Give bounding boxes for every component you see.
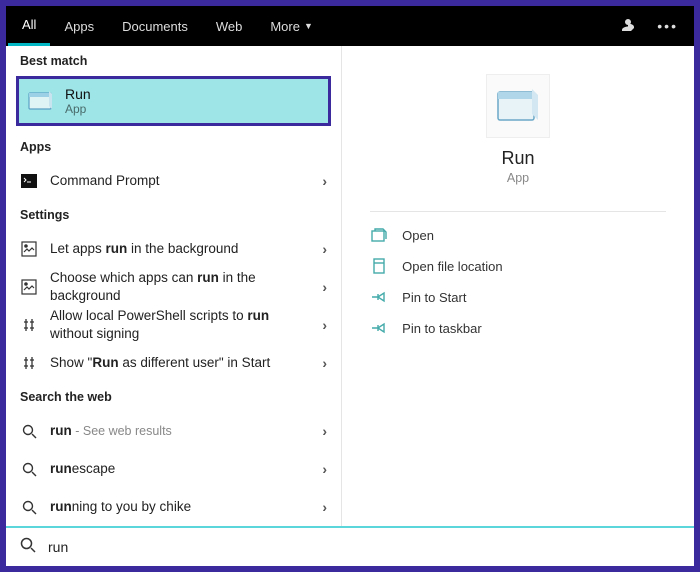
tab-all[interactable]: All bbox=[8, 6, 50, 46]
search-input[interactable] bbox=[48, 539, 680, 555]
start-search-window: All Apps Documents Web More▼ ••• Best ma… bbox=[6, 6, 694, 566]
search-icon bbox=[20, 498, 38, 516]
tab-web[interactable]: Web bbox=[202, 6, 257, 46]
folder-icon bbox=[370, 257, 388, 275]
settings-item-icon bbox=[20, 240, 38, 258]
section-settings: Settings bbox=[6, 200, 341, 230]
developer-settings-icon bbox=[20, 316, 38, 334]
preview-pane: Run App Open Open file location bbox=[342, 46, 694, 526]
web-result-run[interactable]: run - See web results › bbox=[6, 412, 341, 450]
chevron-down-icon: ▼ bbox=[304, 21, 313, 31]
preview-title: Run bbox=[501, 148, 534, 169]
tab-apps[interactable]: Apps bbox=[50, 6, 108, 46]
action-open-location[interactable]: Open file location bbox=[370, 257, 666, 275]
chevron-right-icon: › bbox=[322, 423, 327, 439]
result-run-as-different-user[interactable]: Show "Run as different user" in Start › bbox=[6, 344, 341, 382]
result-bg-apps[interactable]: Let apps run in the background › bbox=[6, 230, 341, 268]
tab-documents[interactable]: Documents bbox=[108, 6, 202, 46]
action-pin-start[interactable]: Pin to Start bbox=[370, 288, 666, 306]
search-tabs: All Apps Documents Web More▼ ••• bbox=[6, 6, 694, 46]
preview-app-icon bbox=[486, 74, 550, 138]
feedback-icon[interactable] bbox=[619, 16, 637, 37]
chevron-right-icon: › bbox=[322, 317, 327, 333]
divider bbox=[370, 211, 666, 212]
open-icon bbox=[370, 226, 388, 244]
more-options-icon[interactable]: ••• bbox=[657, 18, 678, 34]
best-match-title: Run bbox=[65, 86, 91, 102]
result-command-prompt[interactable]: Command Prompt › bbox=[6, 162, 341, 200]
action-open[interactable]: Open bbox=[370, 226, 666, 244]
command-prompt-icon bbox=[20, 172, 38, 190]
pin-icon bbox=[370, 319, 388, 337]
chevron-right-icon: › bbox=[322, 461, 327, 477]
chevron-right-icon: › bbox=[322, 279, 327, 295]
chevron-right-icon: › bbox=[322, 355, 327, 371]
developer-settings-icon bbox=[20, 354, 38, 372]
section-best-match: Best match bbox=[6, 46, 341, 76]
action-pin-taskbar[interactable]: Pin to taskbar bbox=[370, 319, 666, 337]
run-app-icon bbox=[27, 89, 55, 113]
chevron-right-icon: › bbox=[322, 499, 327, 515]
section-apps: Apps bbox=[6, 132, 341, 162]
search-bar[interactable] bbox=[6, 526, 694, 566]
search-icon bbox=[20, 537, 36, 558]
settings-item-icon bbox=[20, 278, 38, 296]
chevron-right-icon: › bbox=[322, 173, 327, 189]
results-list: Best match Run App Apps Command Prompt ›… bbox=[6, 46, 342, 526]
search-icon bbox=[20, 422, 38, 440]
pin-icon bbox=[370, 288, 388, 306]
result-powershell-scripts[interactable]: Allow local PowerShell scripts to run wi… bbox=[6, 306, 341, 344]
tab-more[interactable]: More▼ bbox=[256, 6, 327, 46]
section-search-web: Search the web bbox=[6, 382, 341, 412]
web-result-running-to-you[interactable]: running to you by chike › bbox=[6, 488, 341, 526]
web-result-runescape[interactable]: runescape › bbox=[6, 450, 341, 488]
chevron-right-icon: › bbox=[322, 241, 327, 257]
preview-subtitle: App bbox=[507, 171, 529, 185]
best-match-run[interactable]: Run App bbox=[16, 76, 331, 126]
result-choose-bg-apps[interactable]: Choose which apps can run in the backgro… bbox=[6, 268, 341, 306]
best-match-subtitle: App bbox=[65, 102, 91, 116]
search-icon bbox=[20, 460, 38, 478]
